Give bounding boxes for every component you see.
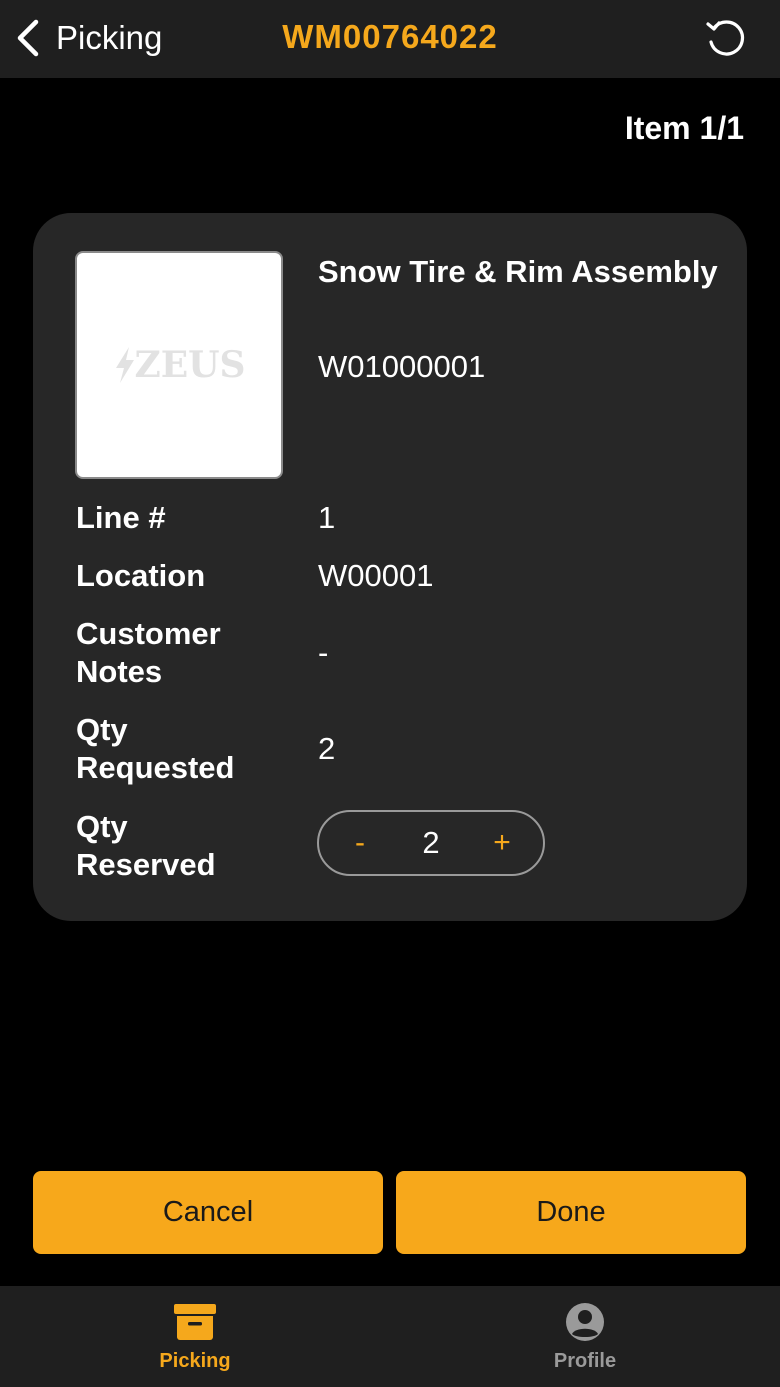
- decrement-button[interactable]: -: [345, 826, 375, 860]
- order-id-title: WM00764022: [282, 18, 498, 55]
- tab-picking[interactable]: Picking: [0, 1286, 390, 1387]
- qty-reserved-label: Qty Reserved: [76, 809, 216, 882]
- tab-profile[interactable]: Profile: [390, 1286, 780, 1387]
- qty-reserved-stepper: - 2 +: [317, 810, 545, 876]
- product-sku: W01000001: [318, 349, 486, 384]
- customer-notes-label: Customer Notes: [76, 616, 221, 689]
- refresh-icon[interactable]: [704, 16, 750, 62]
- product-image: ZEUS: [75, 251, 283, 479]
- done-button[interactable]: Done: [396, 1171, 746, 1254]
- user-circle-icon: [566, 1303, 604, 1341]
- customer-notes-value: -: [318, 635, 329, 670]
- zeus-logo: ZEUS: [112, 344, 246, 386]
- qty-requested-value: 2: [318, 731, 336, 766]
- cancel-button[interactable]: Cancel: [33, 1171, 383, 1254]
- line-number-label: Line #: [76, 500, 166, 535]
- tab-profile-label: Profile: [553, 1350, 617, 1372]
- qty-requested-label: Qty Requested: [76, 712, 235, 785]
- location-value: W00001: [318, 558, 434, 593]
- item-counter: Item 1/1: [624, 110, 744, 146]
- line-number-value: 1: [318, 500, 336, 535]
- item-card: ZEUS Snow Tire & Rim Assembly W01000001 …: [33, 213, 747, 921]
- archive-box-icon: [174, 1304, 216, 1340]
- bottom-tab-bar: Picking Profile: [0, 1286, 780, 1387]
- location-label: Location: [76, 558, 206, 593]
- product-name: Snow Tire & Rim Assembly: [318, 254, 718, 289]
- qty-reserved-value[interactable]: 2: [422, 825, 439, 861]
- increment-button[interactable]: +: [487, 826, 517, 860]
- tab-picking-label: Picking: [159, 1350, 231, 1372]
- logo-text: ZEUS: [134, 344, 246, 386]
- top-bar: Picking WM00764022: [0, 0, 780, 78]
